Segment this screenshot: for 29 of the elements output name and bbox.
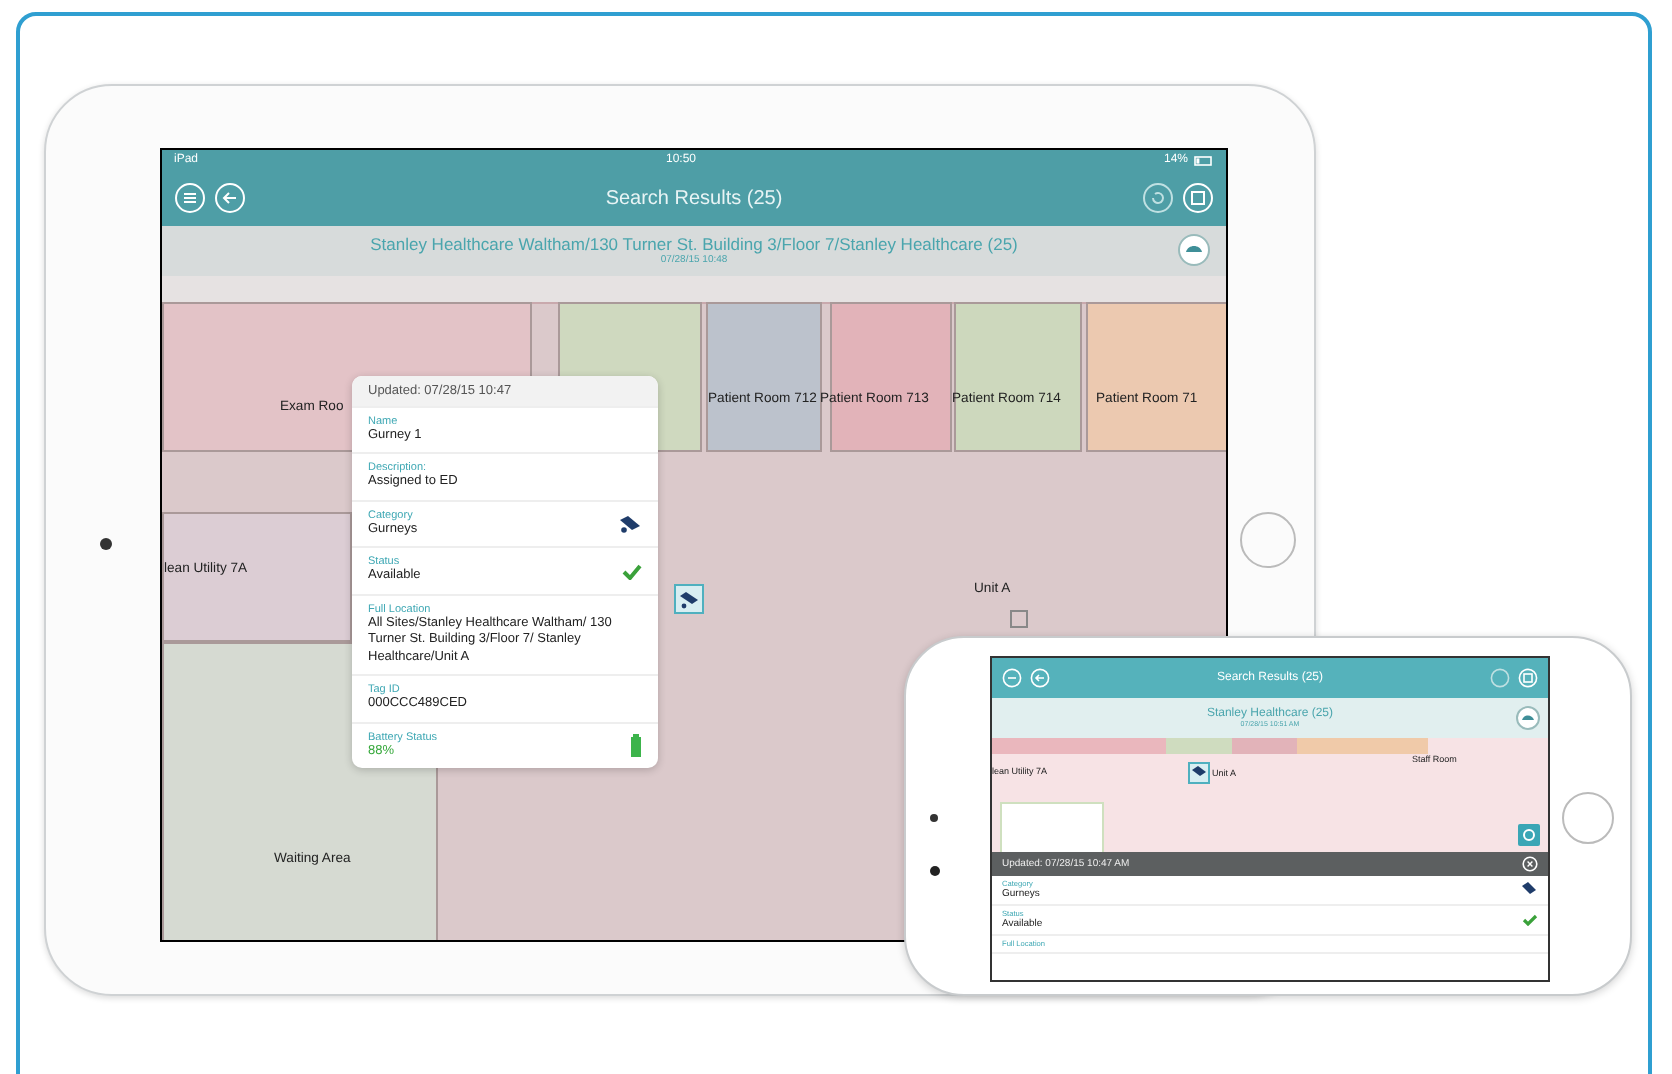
back-icon[interactable] xyxy=(214,182,246,214)
camera-icon xyxy=(930,814,938,822)
layers-icon[interactable] xyxy=(1516,706,1540,730)
home-button[interactable] xyxy=(1562,792,1614,844)
gurney-icon xyxy=(1520,882,1538,898)
refresh-icon[interactable] xyxy=(1142,182,1174,214)
camera-icon xyxy=(100,538,112,550)
back-icon[interactable] xyxy=(1030,668,1050,688)
check-icon xyxy=(1522,914,1538,926)
list-icon[interactable] xyxy=(1518,668,1538,688)
location-path: Stanley Healthcare Waltham/130 Turner St. Building 3/Floor 7/Stanley Healthcare (25) xyxy=(370,235,1018,255)
nav-title: Search Results (25) xyxy=(603,187,785,209)
check-icon xyxy=(622,563,642,580)
menu-icon[interactable] xyxy=(1002,668,1022,688)
menu-icon[interactable] xyxy=(174,182,206,214)
gurney-marker-icon[interactable] xyxy=(1188,762,1210,784)
refresh-icon[interactable] xyxy=(1490,668,1510,688)
tag-square xyxy=(1010,610,1028,628)
gurney-marker-icon[interactable] xyxy=(674,584,704,614)
battery-icon xyxy=(630,733,642,758)
room-area xyxy=(1000,802,1104,852)
list-icon[interactable] xyxy=(1182,182,1214,214)
home-button[interactable] xyxy=(1240,512,1296,568)
sensor-icon xyxy=(930,866,940,876)
camera-button-icon[interactable] xyxy=(1518,824,1540,846)
gurney-icon xyxy=(618,514,642,535)
battery-icon xyxy=(1194,155,1214,165)
close-icon[interactable] xyxy=(1522,856,1538,872)
layers-icon[interactable] xyxy=(1178,234,1210,266)
